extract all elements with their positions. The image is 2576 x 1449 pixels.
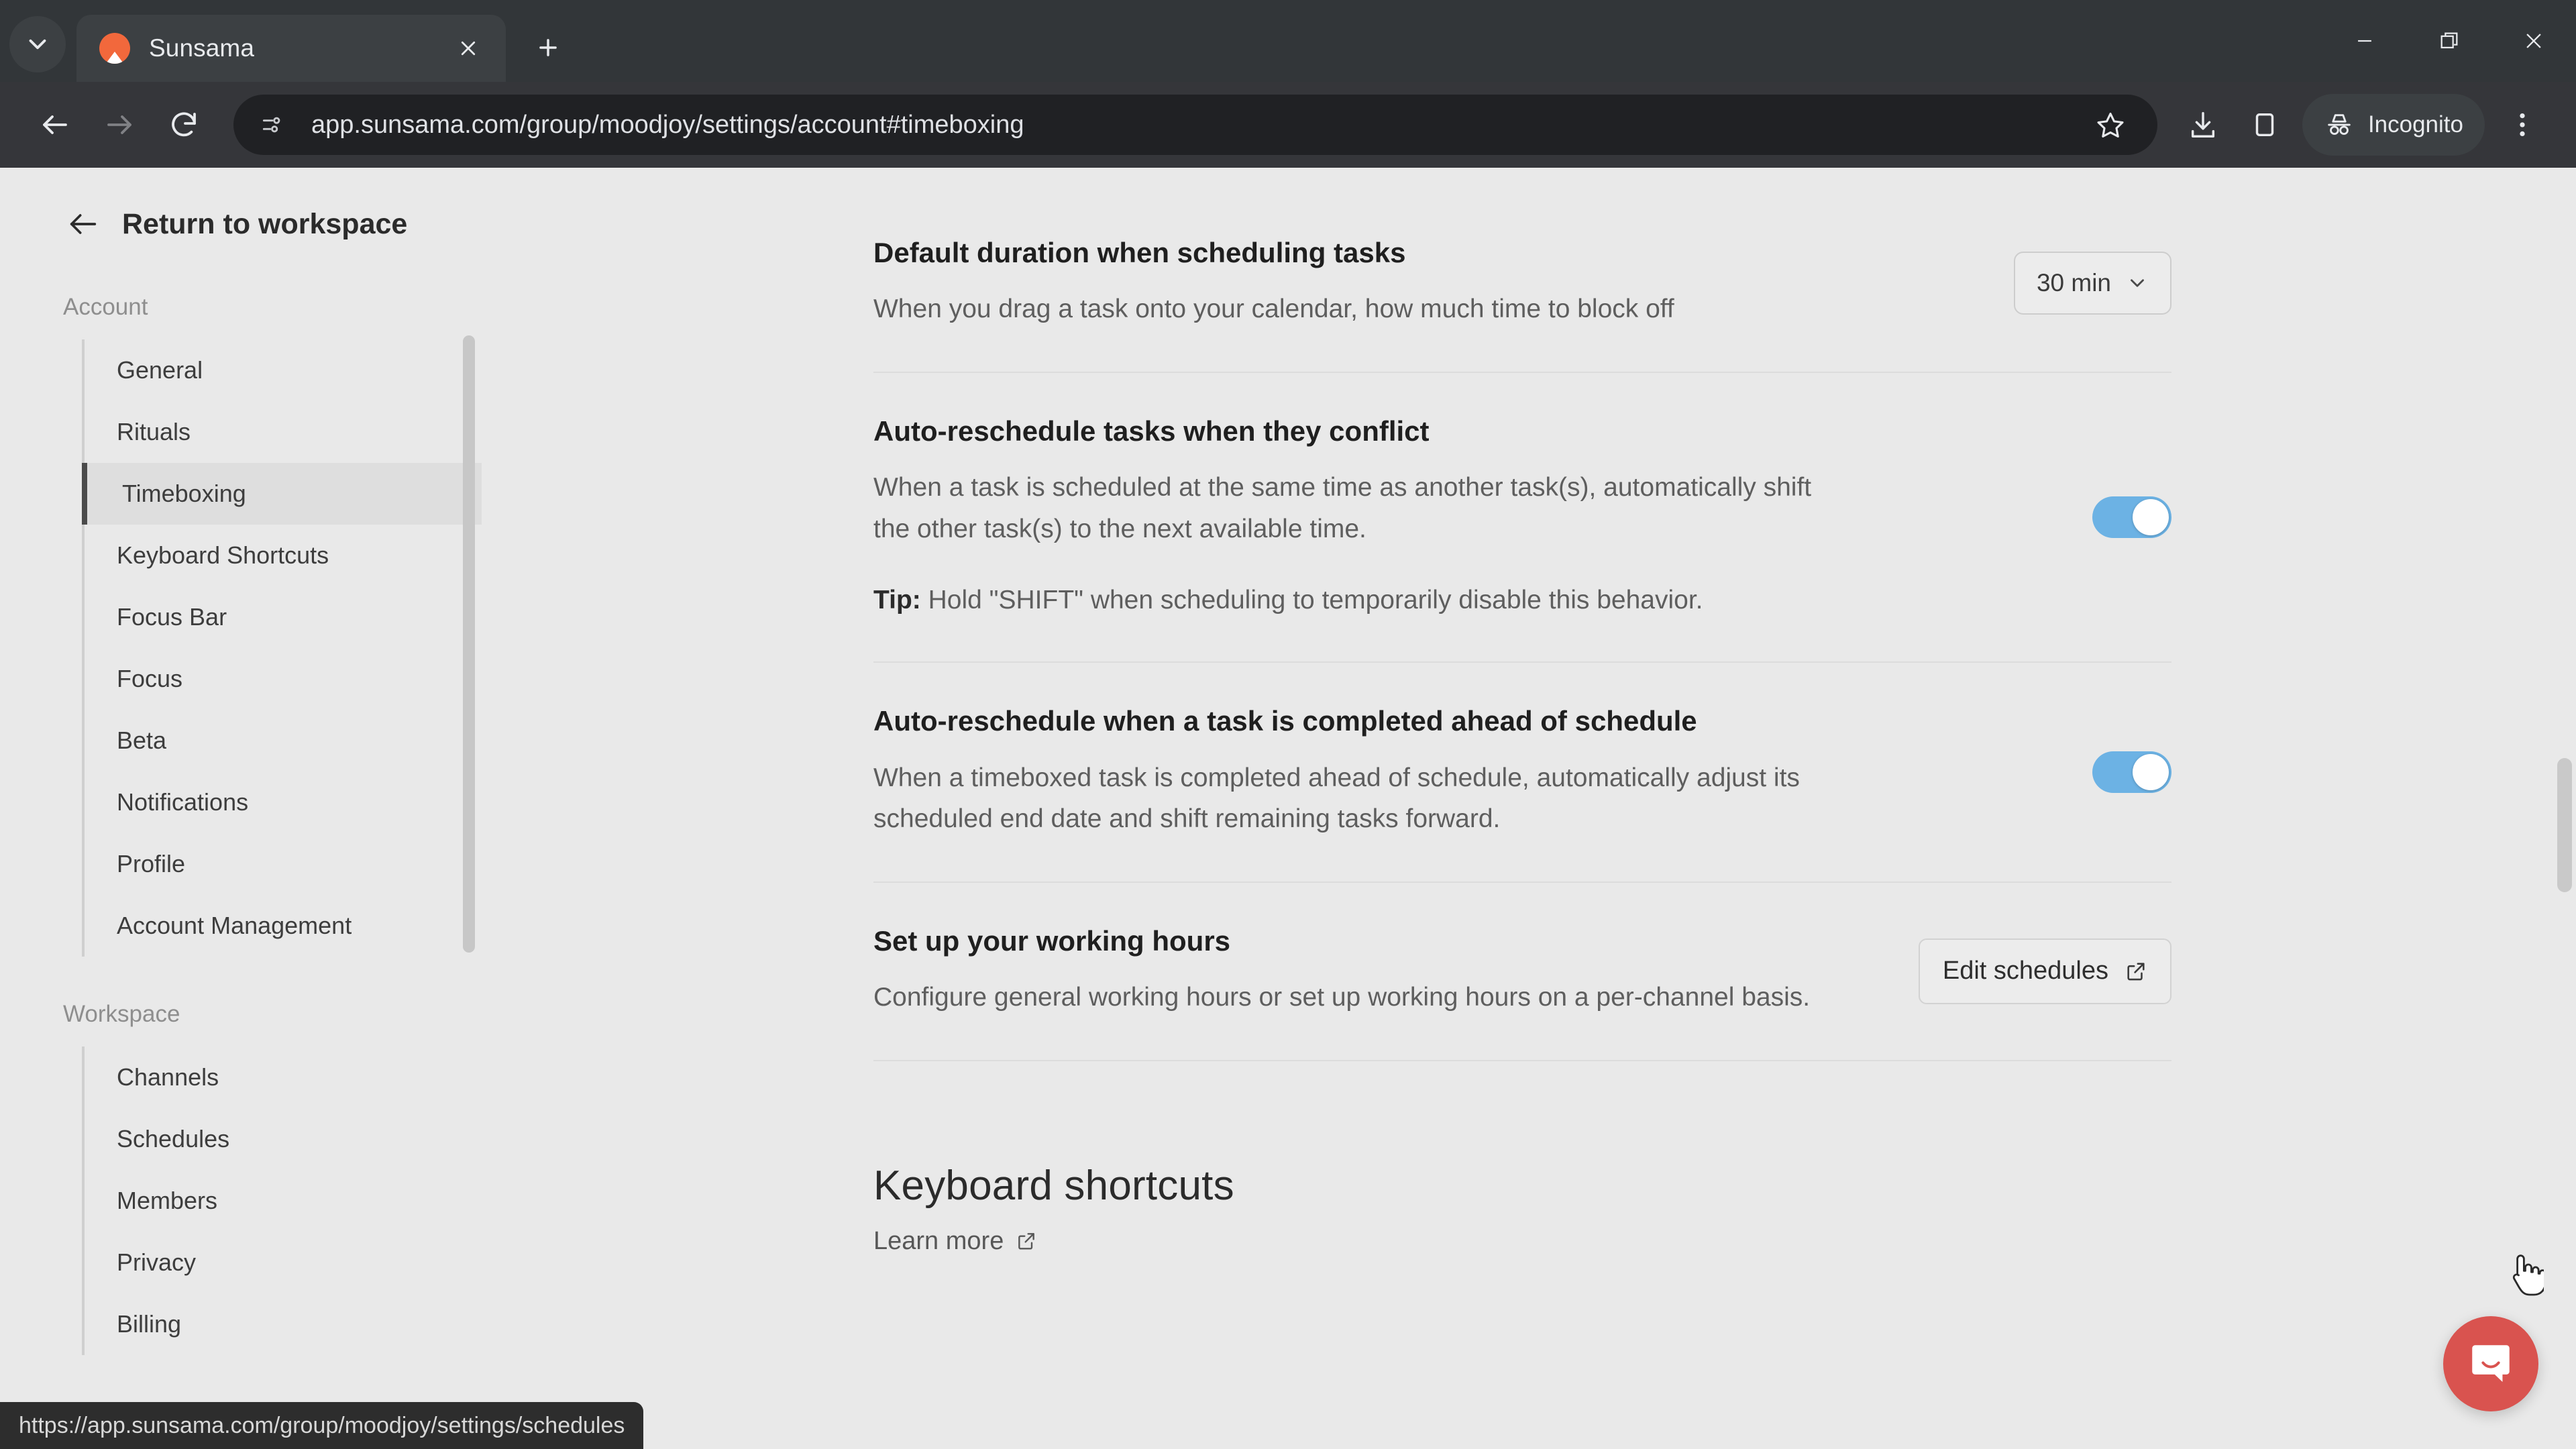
default-duration-select[interactable]: 30 min: [2013, 252, 2171, 315]
toggle-knob: [2133, 753, 2169, 790]
back-arrow-icon: [70, 214, 97, 234]
page-scrollbar-thumb[interactable]: [2557, 758, 2572, 892]
setting-tip-text: Hold "SHIFT" when scheduling to temporar…: [920, 585, 1703, 614]
sidebar-item-keyboard-shortcuts[interactable]: Keyboard Shortcuts: [85, 525, 482, 586]
link-status-bar: https://app.sunsama.com/group/moodjoy/se…: [0, 1402, 644, 1449]
sidebar-item-general[interactable]: General: [85, 339, 482, 401]
site-settings-icon[interactable]: [251, 103, 294, 146]
setting-tip-label: Tip:: [873, 585, 921, 614]
close-icon[interactable]: [449, 30, 487, 67]
setting-description: When a timeboxed task is completed ahead…: [873, 763, 1800, 834]
sidebar-group-account-title: Account: [63, 294, 148, 320]
auto-reschedule-ahead-toggle[interactable]: [2092, 751, 2171, 793]
sunsama-favicon: [99, 33, 130, 64]
auto-reschedule-conflict-toggle[interactable]: [2092, 496, 2171, 539]
new-tab-icon[interactable]: [523, 23, 573, 72]
sidebar-item-profile[interactable]: Profile: [85, 833, 482, 895]
intercom-messenger-launcher[interactable]: [2443, 1316, 2538, 1411]
setting-title: Set up your working hours: [873, 924, 1231, 957]
reload-icon[interactable]: [152, 93, 216, 157]
sidebar-group-workspace-title: Workspace: [63, 1001, 180, 1027]
sidebar-item-schedules[interactable]: Schedules: [85, 1108, 482, 1170]
setting-title: Auto-reschedule tasks when they conflict: [873, 415, 1430, 447]
sidebar-item-focus-bar[interactable]: Focus Bar: [85, 586, 482, 648]
sidebar-scroll-area: Account General Rituals Timeboxing Keybo…: [0, 294, 482, 1449]
sidebar-scrollbar-thumb[interactable]: [463, 335, 475, 953]
setting-text: Auto-reschedule when a task is completed…: [873, 704, 1890, 840]
chevron-down-icon: [2131, 279, 2144, 287]
setting-control: [1890, 496, 2171, 539]
tab-search-icon[interactable]: [9, 16, 66, 72]
sidebar-item-channels[interactable]: Channels: [85, 1046, 482, 1108]
setting-control: [1890, 751, 2171, 793]
setting-description: Configure general working hours or set u…: [873, 983, 1811, 1012]
setting-description: When a task is scheduled at the same tim…: [873, 473, 1812, 543]
sidebar-item-notifications[interactable]: Notifications: [85, 771, 482, 833]
sidebar-group-account-list: General Rituals Timeboxing Keyboard Shor…: [82, 339, 482, 957]
sidebar-item-focus[interactable]: Focus: [85, 648, 482, 710]
address-bar[interactable]: app.sunsama.com/group/moodjoy/settings/a…: [233, 95, 2157, 155]
browser-tab[interactable]: Sunsama: [76, 15, 506, 82]
bookmark-star-icon[interactable]: [2086, 101, 2135, 149]
sidebar-item-rituals[interactable]: Rituals: [85, 401, 482, 463]
mouse-cursor-pointer: [2512, 1254, 2544, 1296]
default-duration-value: 30 min: [2036, 269, 2111, 297]
learn-more-link[interactable]: Learn more: [873, 1227, 1037, 1256]
back-arrow-icon[interactable]: [23, 93, 87, 157]
setting-default-duration: Default duration when scheduling tasks W…: [873, 195, 2171, 373]
window-controls: [2322, 0, 2576, 82]
edit-schedules-button[interactable]: Edit schedules: [1918, 938, 2171, 1004]
sidebar-scrollbar[interactable]: [463, 294, 475, 1449]
link-status-url: https://app.sunsama.com/group/moodjoy/se…: [19, 1412, 625, 1438]
setting-control: Edit schedules: [1890, 938, 2171, 1004]
keyboard-shortcuts-heading: Keyboard shortcuts: [873, 1162, 1234, 1209]
browser-window: Sunsama app.sunsama.com/group/moodjoy/se…: [0, 0, 2576, 1449]
setting-auto-reschedule-ahead: Auto-reschedule when a task is completed…: [873, 663, 2171, 883]
incognito-badge[interactable]: Incognito: [2302, 94, 2485, 156]
chat-bubble-icon: [2472, 1345, 2510, 1382]
setting-title: Auto-reschedule when a task is completed…: [873, 705, 1697, 737]
forward-arrow-icon[interactable]: [87, 93, 152, 157]
minimize-icon[interactable]: [2322, 0, 2407, 82]
timeboxing-settings-content: Default duration when scheduling tasks W…: [873, 168, 2171, 1256]
sidebar-item-billing[interactable]: Billing: [85, 1293, 482, 1355]
setting-title: Default duration when scheduling tasks: [873, 237, 1406, 268]
setting-text: Set up your working hours Configure gene…: [873, 924, 1890, 1018]
sidebar-group-workspace-list: Channels Schedules Members Privacy Billi…: [82, 1046, 482, 1355]
sidebar-item-members[interactable]: Members: [85, 1170, 482, 1232]
setting-auto-reschedule-conflict: Auto-reschedule tasks when they conflict…: [873, 373, 2171, 663]
external-link-icon: [1018, 1233, 1035, 1250]
settings-sidebar: Return to workspace Account General Ritu…: [0, 168, 482, 1449]
three-dot-menu-icon[interactable]: [2491, 94, 2553, 156]
setting-description: When you drag a task onto your calendar,…: [873, 294, 1674, 324]
toggle-knob: [2133, 499, 2169, 536]
page-viewport: Return to workspace Account General Ritu…: [0, 168, 2576, 1449]
keyboard-shortcuts-section: Keyboard shortcuts Learn more: [873, 1162, 2171, 1256]
external-link-icon: [2127, 963, 2145, 981]
sidebar-item-account-management[interactable]: Account Management: [85, 895, 482, 957]
tab-strip: Sunsama: [0, 0, 2576, 82]
return-to-workspace-link[interactable]: Return to workspace: [0, 207, 482, 241]
sidebar-item-timeboxing[interactable]: Timeboxing: [82, 463, 482, 525]
close-window-icon[interactable]: [2491, 0, 2576, 82]
setting-text: Default duration when scheduling tasks W…: [873, 236, 1890, 330]
edit-schedules-label: Edit schedules: [1942, 957, 2108, 985]
setting-control: 30 min: [1890, 252, 2171, 315]
settings-main: Default duration when scheduling tasks W…: [482, 168, 2576, 1449]
setting-text: Auto-reschedule tasks when they conflict…: [873, 415, 1890, 620]
incognito-label: Incognito: [2367, 111, 2463, 138]
download-icon[interactable]: [2172, 94, 2234, 156]
page-scrollbar[interactable]: [2557, 168, 2572, 1449]
learn-more-label: Learn more: [873, 1226, 1004, 1255]
restore-icon[interactable]: [2407, 0, 2491, 82]
tab-title: Sunsama: [149, 34, 255, 62]
setting-working-hours: Set up your working hours Configure gene…: [873, 883, 2171, 1061]
side-panel-icon[interactable]: [2234, 94, 2296, 156]
return-to-workspace-label: Return to workspace: [122, 207, 408, 240]
setting-tip: Tip: Hold "SHIFT" when scheduling to tem…: [873, 581, 1836, 621]
sidebar-item-beta[interactable]: Beta: [85, 710, 482, 771]
sidebar-item-privacy[interactable]: Privacy: [85, 1232, 482, 1293]
url-text: app.sunsama.com/group/moodjoy/settings/a…: [311, 110, 1024, 139]
browser-toolbar: app.sunsama.com/group/moodjoy/settings/a…: [0, 82, 2576, 168]
